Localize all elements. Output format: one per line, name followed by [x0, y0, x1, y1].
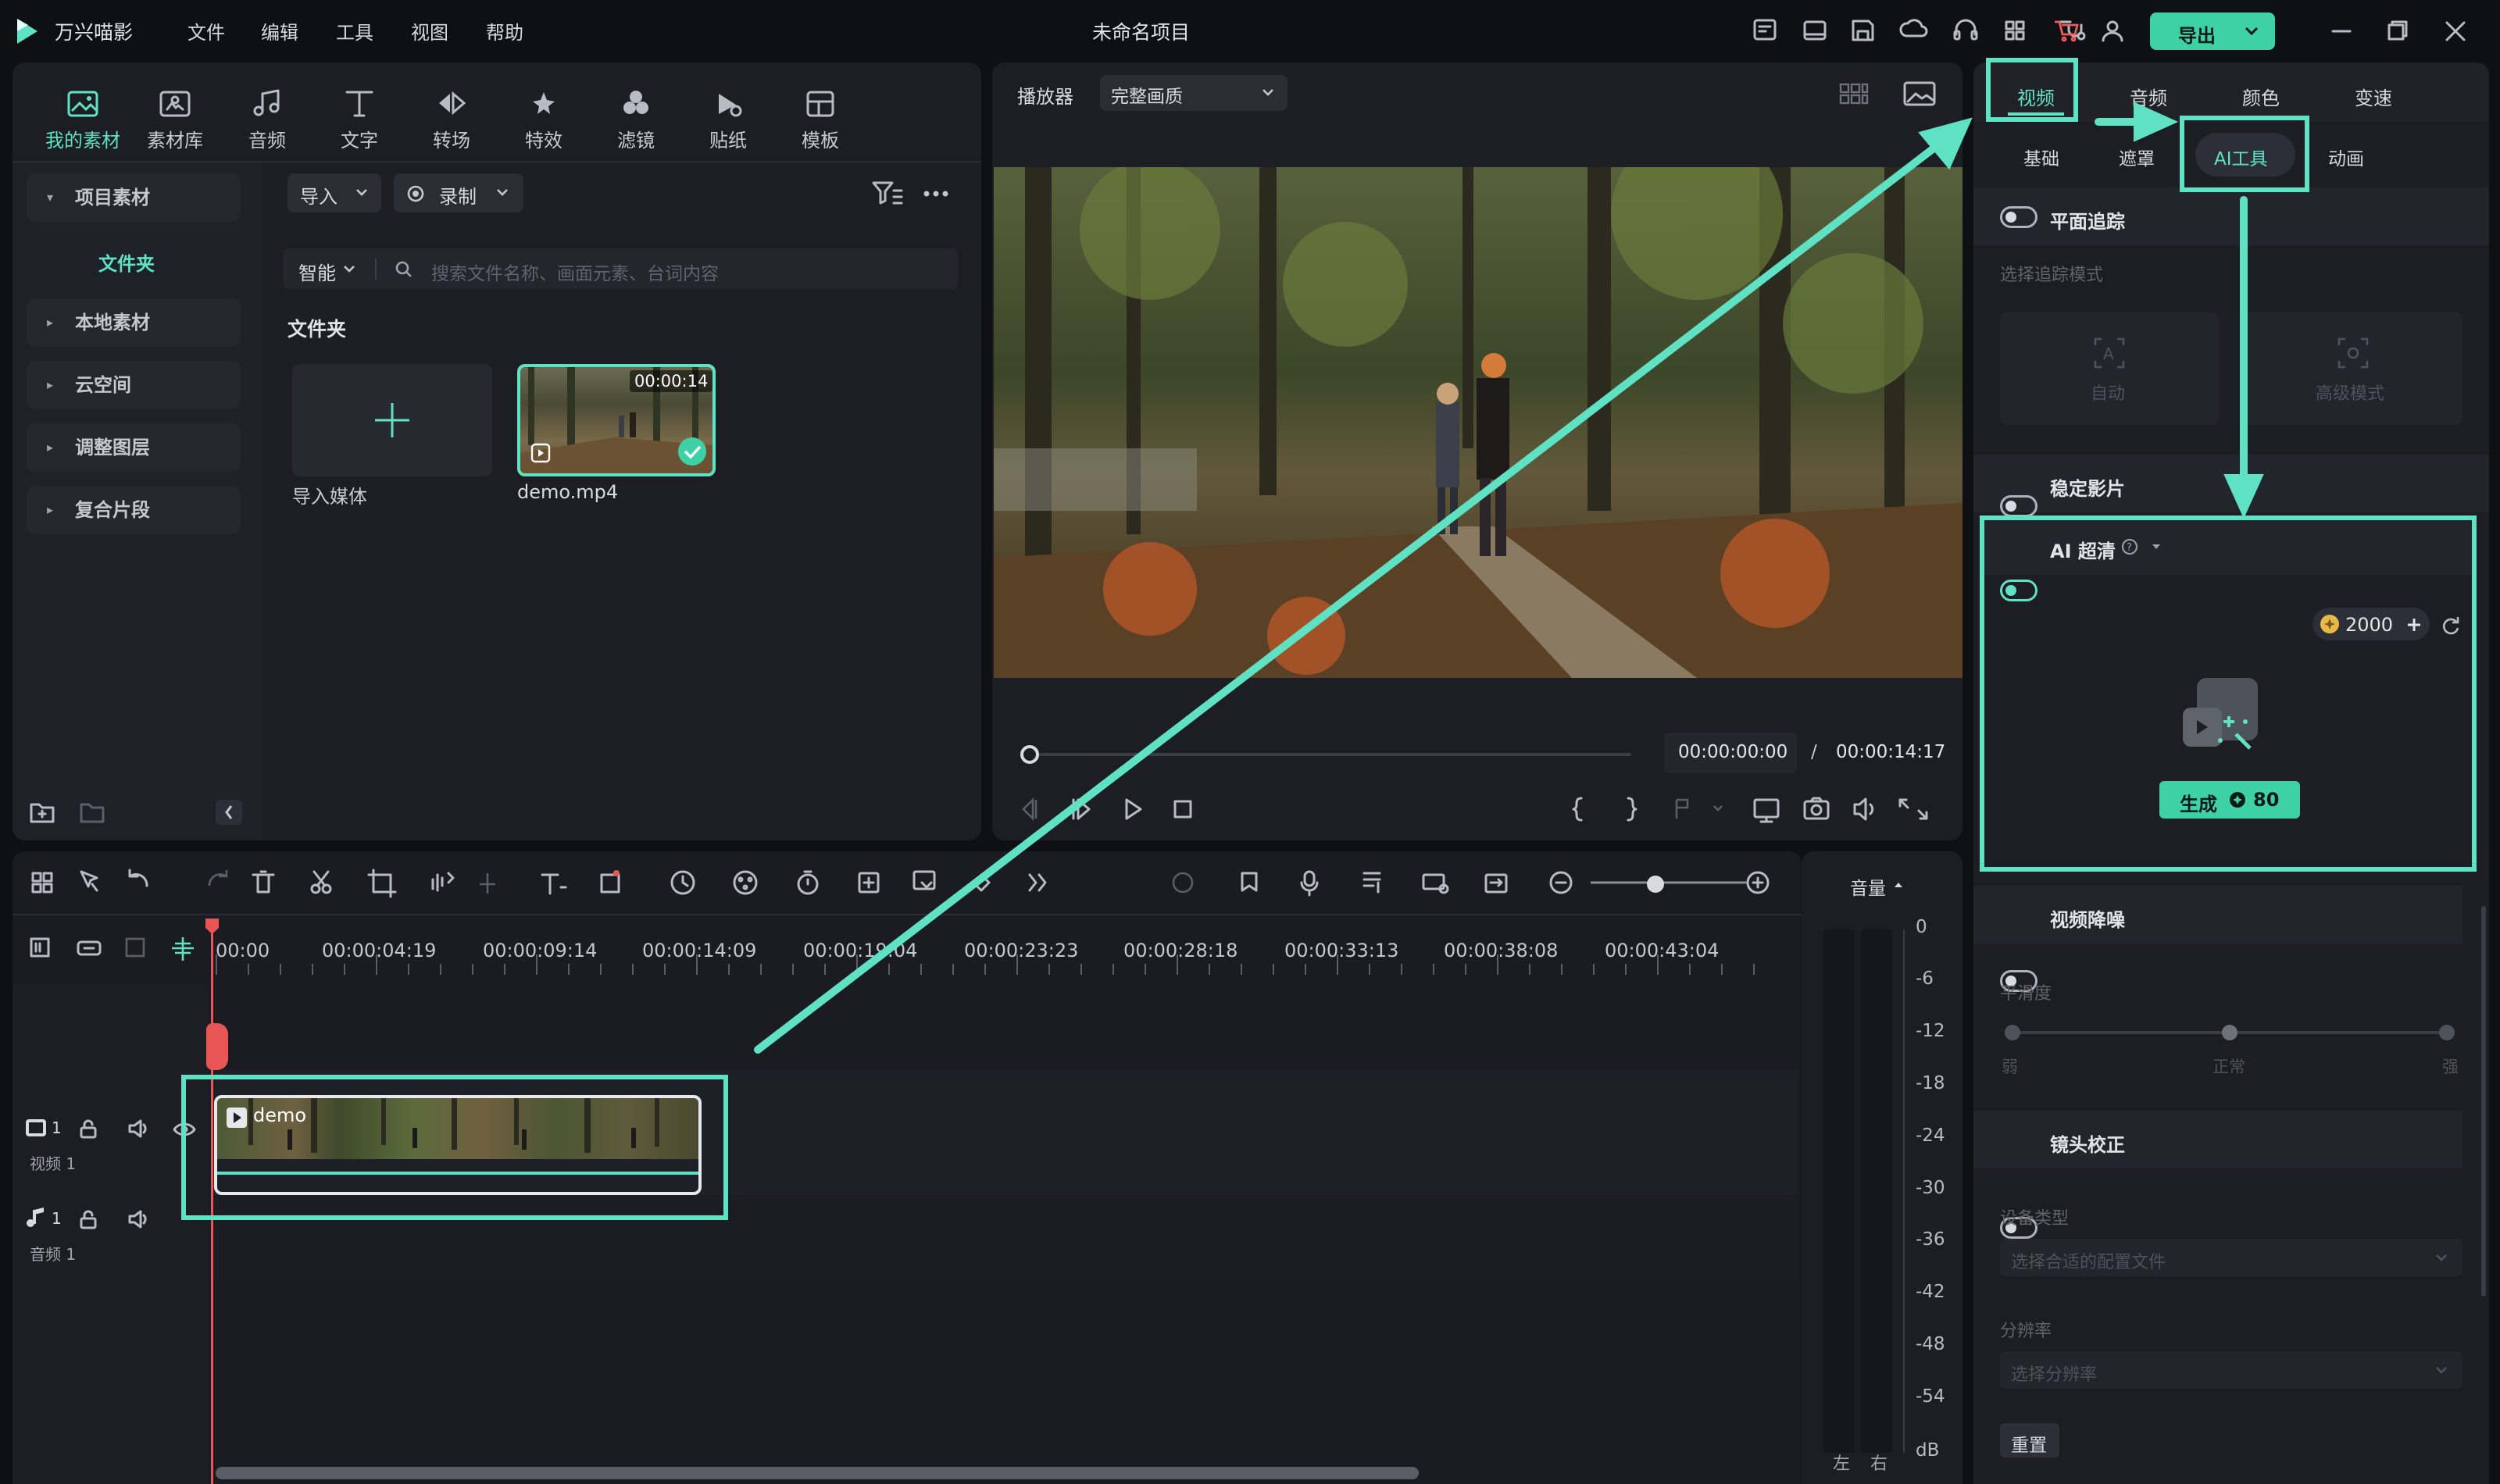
- annotation-arrows: [754, 102, 2264, 1054]
